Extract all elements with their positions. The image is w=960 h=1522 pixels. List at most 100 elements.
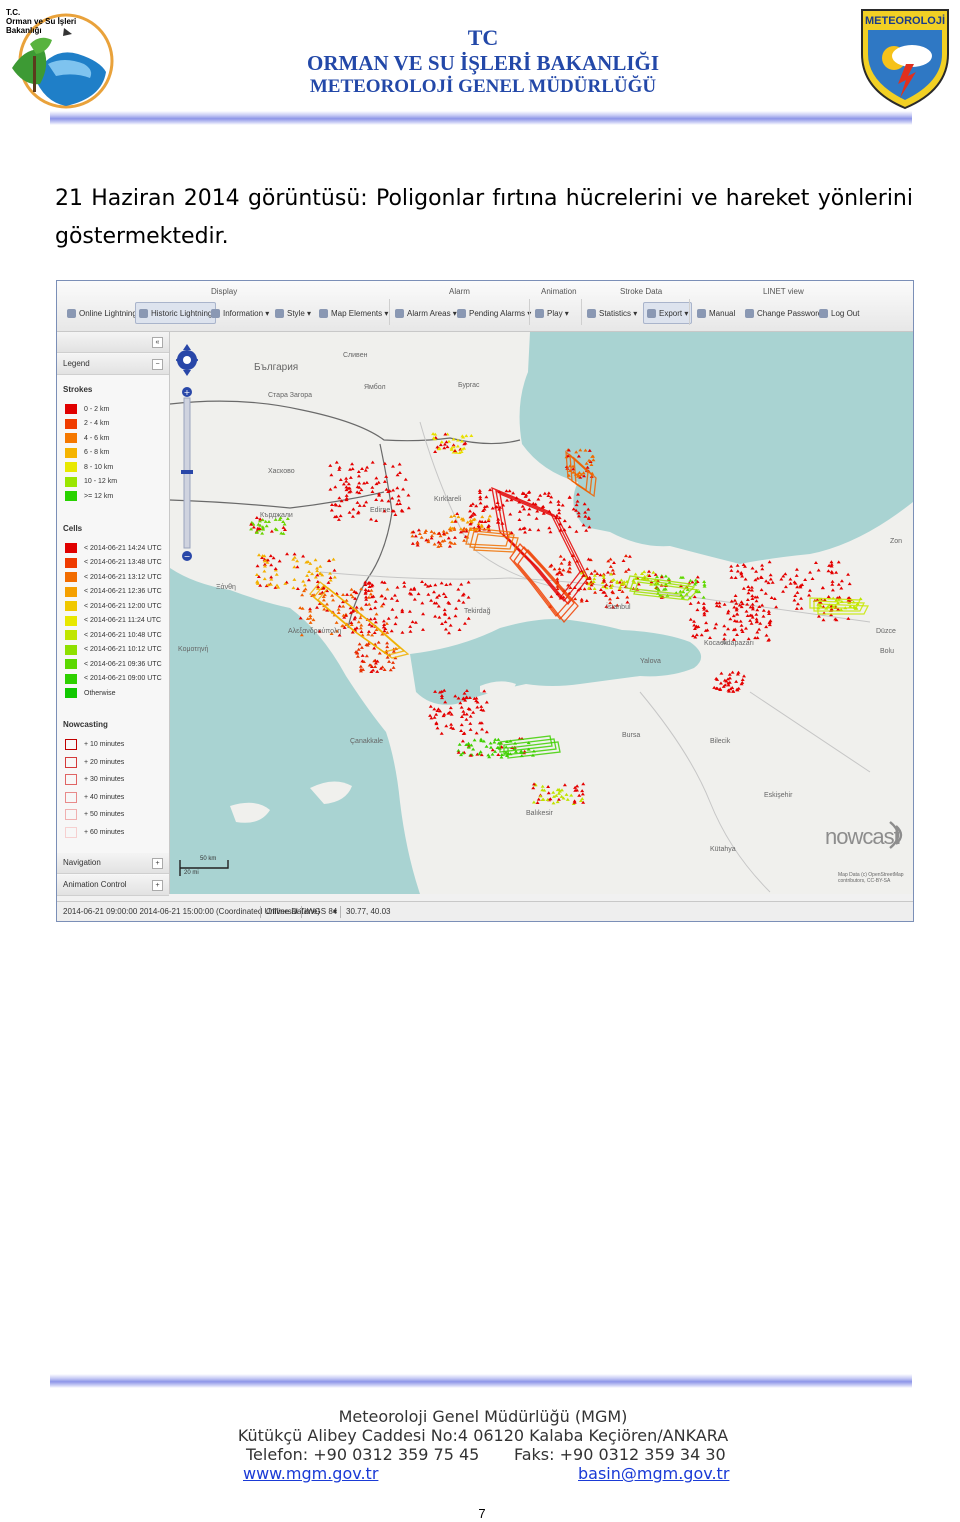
historic-lightning-button[interactable]: Historic Lightning — [135, 302, 217, 324]
lightning-stroke-marker — [625, 600, 630, 604]
lightning-stroke-marker — [541, 504, 546, 508]
lightning-stroke-marker — [447, 544, 452, 548]
header-rule — [50, 111, 912, 125]
lightning-stroke-marker — [608, 597, 613, 601]
navigation-panel-header[interactable]: Navigation + — [57, 853, 169, 874]
lightning-stroke-marker — [556, 508, 561, 512]
export-menu[interactable]: Export ▾ — [643, 302, 693, 324]
lightning-stroke-marker — [433, 583, 438, 587]
lightning-stroke-marker — [788, 581, 793, 585]
lightning-stroke-marker — [328, 487, 333, 491]
map-elements-menu[interactable]: Map Elements ▾ — [319, 303, 388, 323]
zoom-control[interactable]: + − — [176, 338, 198, 568]
road — [639, 691, 771, 893]
online-lightning-button[interactable]: Online Lightning — [67, 303, 137, 323]
lightning-stroke-marker — [750, 594, 755, 598]
lightning-stroke-marker — [356, 647, 361, 651]
lightning-stroke-marker — [754, 612, 759, 616]
lightning-stroke-marker — [484, 504, 489, 508]
lightning-stroke-marker — [701, 595, 706, 599]
lightning-stroke-marker — [455, 444, 460, 448]
lightning-stroke-marker — [292, 577, 297, 581]
lightning-stroke-marker — [383, 596, 388, 600]
lightning-stroke-marker — [308, 620, 313, 624]
lightning-stroke-marker — [363, 587, 368, 591]
lightning-stroke-marker — [836, 560, 841, 564]
plus-icon[interactable]: + — [152, 880, 163, 891]
strokes-legend-item: 8 - 10 km — [65, 462, 113, 472]
lightning-stroke-marker — [526, 512, 531, 516]
lightning-stroke-marker — [760, 603, 765, 607]
lightning-stroke-marker — [468, 721, 473, 725]
lightning-stroke-marker — [364, 654, 369, 658]
lightning-stroke-marker — [546, 491, 551, 495]
lightning-stroke-marker — [368, 592, 373, 596]
manual-button[interactable]: Manual — [697, 303, 735, 323]
lightning-stroke-marker — [337, 496, 342, 500]
map-place-label: Eskişehir — [764, 792, 793, 799]
lightning-stroke-marker — [454, 606, 459, 610]
lightning-map[interactable]: + − България Сливен Ямбол Бургас Стара Загор… — [170, 332, 913, 894]
meteoroloji-logo: METEOROLOJİ — [858, 6, 952, 110]
play-menu[interactable]: Play ▾ — [535, 303, 569, 323]
map-place-label: Bilecik — [710, 738, 731, 745]
lightning-stroke-marker — [341, 604, 346, 608]
lightning-stroke-marker — [688, 601, 693, 605]
lightning-stroke-marker — [429, 534, 434, 538]
lightning-stroke-marker — [346, 482, 351, 486]
page-header: TC ORMAN VE SU İŞLERİ BAKANLIĞI METEOROL… — [240, 26, 726, 98]
lightning-stroke-marker — [448, 706, 453, 710]
website-link[interactable]: www.mgm.gov.tr — [243, 1464, 378, 1483]
lightning-stroke-marker — [546, 785, 551, 789]
collapse-icon[interactable]: « — [152, 337, 163, 348]
information-menu[interactable]: Information ▾ — [211, 303, 269, 323]
lightning-stroke-marker — [761, 608, 766, 612]
change-password-button[interactable]: Change Password — [745, 303, 822, 323]
lightning-stroke-marker — [560, 503, 565, 507]
lightning-stroke-marker — [704, 621, 709, 625]
lightning-stroke-marker — [727, 676, 732, 680]
minus-icon[interactable]: − — [152, 359, 163, 370]
lightning-app-window: Display Alarm Animation Stroke Data LINE… — [56, 280, 914, 922]
key-icon — [745, 308, 754, 318]
lightning-stroke-marker — [496, 753, 501, 757]
cells-legend-item: < 2014-06-21 10:48 UTC — [65, 630, 162, 640]
status-divider — [301, 906, 302, 918]
statistics-menu[interactable]: Statistics ▾ — [587, 303, 637, 323]
cells-legend-item: < 2014-06-21 09:00 UTC — [65, 673, 162, 684]
lightning-stroke-marker — [766, 609, 771, 613]
style-menu[interactable]: Style ▾ — [275, 303, 311, 323]
lightning-stroke-marker — [457, 627, 462, 631]
information-label: Information ▾ — [223, 308, 270, 318]
email-link[interactable]: basin@mgm.gov.tr — [578, 1464, 729, 1483]
legend-item-label: + 30 minutes — [84, 776, 125, 783]
pan-zoom-icon[interactable]: + − — [176, 338, 198, 568]
lightning-stroke-marker — [556, 797, 561, 801]
map-place-label: Düzce — [876, 628, 896, 635]
lightning-stroke-marker — [783, 585, 788, 589]
crs-dropdown-icon[interactable]: ▾ — [333, 902, 337, 921]
pending-alarms-menu[interactable]: Pending Alarms ▾ — [457, 303, 531, 323]
lightning-stroke-marker — [749, 621, 754, 625]
lightning-stroke-marker — [364, 500, 369, 504]
lightning-stroke-marker — [444, 582, 449, 586]
header-line-ministry: ORMAN VE SU İŞLERİ BAKANLIĞI — [306, 51, 660, 75]
lightning-stroke-marker — [626, 567, 631, 571]
lightning-stroke-marker — [484, 744, 489, 748]
lightning-stroke-marker — [377, 651, 382, 655]
log-out-button[interactable]: Log Out — [819, 303, 859, 323]
lightning-stroke-marker — [779, 577, 784, 581]
lightning-stroke-marker — [487, 514, 492, 518]
lightning-stroke-marker — [505, 498, 510, 502]
lightning-stroke-marker — [464, 434, 469, 438]
legend-header[interactable]: Legend − — [57, 354, 169, 375]
nowcast-waves-icon — [889, 821, 903, 849]
lightning-stroke-marker — [734, 679, 739, 683]
animation-control-header[interactable]: Animation Control + — [57, 875, 169, 896]
lightning-stroke-marker — [699, 633, 704, 637]
plus-icon[interactable]: + — [152, 858, 163, 869]
lightning-stroke-marker — [439, 440, 444, 444]
lightning-stroke-marker — [744, 609, 749, 613]
alarm-areas-menu[interactable]: Alarm Areas ▾ — [395, 303, 457, 323]
lightning-stroke-marker — [548, 530, 553, 534]
